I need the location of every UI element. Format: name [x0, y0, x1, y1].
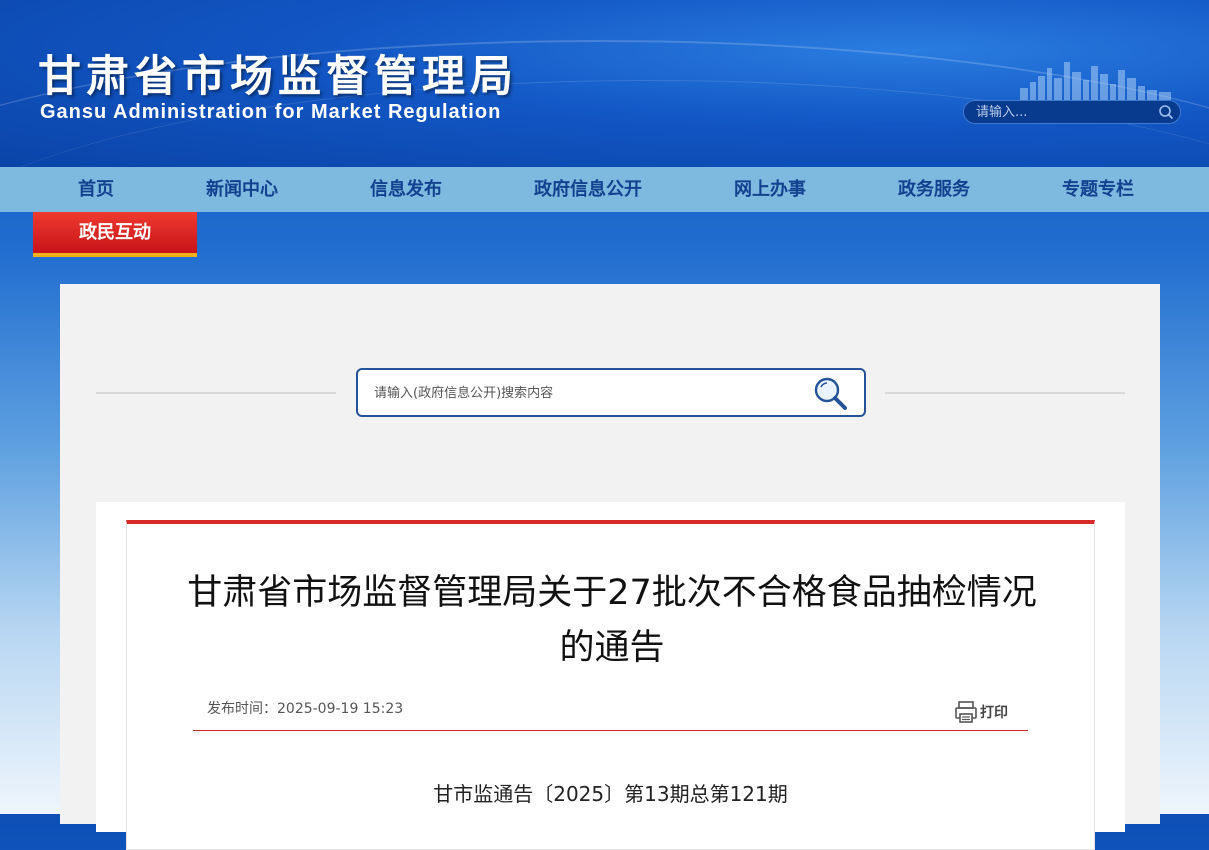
publish-time-label: 发布时间：: [207, 701, 277, 717]
search-divider-left: [96, 392, 336, 394]
nav-item-gov-services[interactable]: 政务服务: [898, 167, 970, 212]
nav-item-news[interactable]: 新闻中心: [206, 167, 278, 212]
print-label: 打印: [980, 705, 1008, 721]
nav-item-online-services[interactable]: 网上办事: [734, 167, 806, 212]
skyline-icon: [1020, 62, 1171, 100]
nav-item-home[interactable]: 首页: [78, 167, 114, 212]
nav-item-gov-info-public[interactable]: 政府信息公开: [534, 167, 642, 212]
nav-item-info-release[interactable]: 信息发布: [370, 167, 442, 212]
publish-time: 发布时间：2025-09-19 15:23: [207, 698, 403, 718]
article-card: 甘肃省市场监督管理局关于27批次不合格食品抽检情况的通告 发布时间：2025-0…: [126, 520, 1095, 850]
title-divider: [193, 730, 1028, 731]
magnifier-icon[interactable]: [812, 375, 848, 411]
site-logo-en: Gansu Administration for Market Regulati…: [40, 101, 502, 123]
header-search-input[interactable]: [976, 104, 1151, 120]
header-search-box: [963, 100, 1181, 124]
main-nav: 首页 新闻中心 信息发布 政府信息公开 网上办事 政务服务 专题专栏: [0, 167, 1209, 212]
article-title: 甘肃省市场监督管理局关于27批次不合格食品抽检情况的通告: [187, 573, 1037, 668]
article-container: 甘肃省市场监督管理局关于27批次不合格食品抽检情况的通告 发布时间：2025-0…: [96, 502, 1125, 850]
document-number: 甘市监通告〔2025〕第13期总第121期: [433, 782, 788, 806]
site-logo-cn[interactable]: 甘肃省市场监督管理局: [38, 42, 518, 104]
printer-icon: [955, 701, 977, 723]
gov-info-search-input[interactable]: [374, 384, 774, 402]
content-panel: 甘肃省市场监督管理局关于27批次不合格食品抽检情况的通告 发布时间：2025-0…: [60, 284, 1160, 850]
site-header: 甘肃省市场监督管理局 Gansu Administration for Mark…: [0, 0, 1209, 167]
search-icon[interactable]: [1158, 104, 1174, 120]
search-divider-right: [885, 392, 1125, 394]
nav-item-interaction[interactable]: 政民互动: [33, 212, 197, 257]
gov-info-search-box: [356, 368, 866, 417]
nav-item-special-topics[interactable]: 专题专栏: [1062, 167, 1134, 212]
publish-time-value: 2025-09-19 15:23: [277, 701, 404, 717]
